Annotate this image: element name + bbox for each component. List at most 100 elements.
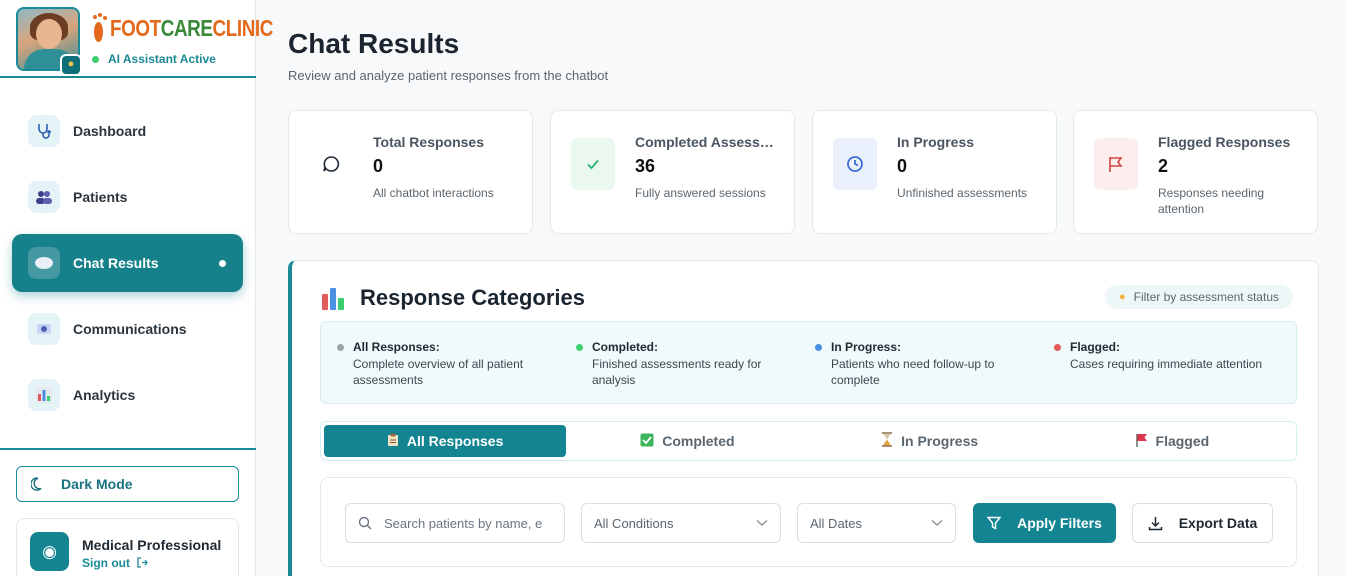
download-icon (1148, 516, 1162, 530)
sidebar-item-label: Patients (73, 189, 128, 205)
legend-item-in-progress: In Progress: Patients who need follow-up… (815, 340, 1040, 388)
legend-title: Flagged: (1070, 340, 1120, 354)
apply-filters-label: Apply Filters (1017, 515, 1102, 531)
legend-description: Finished assessments ready for analysis (592, 357, 762, 387)
stat-description: All chatbot interactions (373, 186, 494, 200)
conditions-select-value: All Conditions (594, 515, 674, 531)
stat-label: Total Responses (373, 134, 484, 150)
gray-dot-icon (337, 344, 344, 351)
legend-title: All Responses: (353, 340, 440, 354)
dates-select[interactable]: All Dates (797, 503, 956, 543)
tab-all-responses[interactable]: All Responses (324, 425, 567, 457)
blue-dot-icon (815, 344, 822, 351)
stat-label: In Progress (897, 134, 975, 150)
stat-card-in-progress: In Progress 0 Unfinished assessments (812, 110, 1057, 234)
legend-title: Completed: (592, 340, 658, 354)
status-dot-icon (92, 55, 99, 63)
export-data-label: Export Data (1178, 515, 1258, 531)
legend-item-completed: Completed: Finished assessments ready fo… (576, 340, 801, 388)
sidebar-nav: Dashboard Patients Chat Results Communic… (12, 102, 243, 432)
sidebar-item-chat-results[interactable]: Chat Results (12, 234, 243, 292)
red-dot-icon (1054, 344, 1061, 351)
legend-description: Complete overview of all patient assessm… (353, 357, 524, 387)
sidebar-item-label: Communications (73, 321, 187, 337)
stat-description: Responses needing attention (1158, 186, 1265, 216)
flag-icon (1094, 138, 1138, 190)
tab-label: Flagged (1155, 433, 1210, 449)
conditions-select[interactable]: All Conditions (581, 503, 781, 543)
logo: FOOTCARECLINIC (92, 10, 309, 46)
sidebar-item-label: Chat Results (73, 255, 159, 271)
green-dot-icon (576, 344, 583, 351)
section-title: Response Categories (322, 285, 585, 311)
search-icon (358, 516, 372, 530)
logo-text-care: CARE (160, 14, 213, 41)
apply-filters-button[interactable]: Apply Filters (973, 503, 1116, 543)
legend-item-all: All Responses: Complete overview of all … (337, 340, 562, 388)
sidebar-item-communications[interactable]: Communications (12, 300, 243, 358)
sidebar: ● FOOTCARECLINIC AI Assistant Active Das… (0, 0, 273, 576)
user-card: ◉ Medical Professional Sign out (16, 518, 239, 576)
legend-item-flagged: Flagged: Cases requiring immediate atten… (1054, 340, 1279, 372)
sidebar-item-patients[interactable]: Patients (12, 168, 243, 226)
logo-text-foot: FOOT (110, 14, 161, 41)
user-name: Medical Professional (82, 537, 222, 553)
stat-card-completed-assessments: Completed Assessments 36 Fully answered … (550, 110, 795, 234)
sidebar-item-dashboard[interactable]: Dashboard (12, 102, 243, 160)
bar-chart-icon (28, 379, 60, 411)
stat-description: Fully answered sessions (635, 186, 766, 200)
tab-in-progress[interactable]: In Progress (809, 425, 1051, 457)
filter-hint: ● Filter by assessment status (1104, 285, 1293, 309)
tab-completed[interactable]: Completed (566, 425, 808, 457)
category-tabs: All Responses Completed In Progress Flag… (320, 421, 1297, 461)
tab-label: In Progress (901, 433, 979, 449)
stat-card-total-responses: Total Responses 0 All chatbot interactio… (288, 110, 533, 234)
check-icon (571, 138, 615, 190)
filter-hint-text: Filter by assessment status (1133, 290, 1279, 304)
search-input[interactable] (384, 515, 554, 531)
stat-label: Flagged Responses (1158, 134, 1291, 150)
search-box[interactable] (345, 503, 565, 543)
tab-label: Completed (662, 433, 735, 449)
logo-text-clinic: CLINIC (212, 14, 274, 41)
users-icon (28, 181, 60, 213)
dark-mode-label: Dark Mode (61, 476, 133, 492)
sign-out-link[interactable]: Sign out (82, 556, 149, 570)
dark-mode-button[interactable]: Dark Mode (16, 466, 239, 502)
lightbulb-icon: ● (1118, 291, 1126, 303)
legend-description: Patients who need follow-up to complete (831, 357, 995, 387)
check-box-icon (640, 433, 654, 450)
ai-status: AI Assistant Active (92, 52, 216, 66)
speech-bubble-icon (28, 247, 60, 279)
mailbox-icon (28, 313, 60, 345)
sidebar-divider (0, 448, 256, 450)
sidebar-item-label: Analytics (73, 387, 136, 403)
active-indicator-icon (219, 259, 226, 267)
page-title: Chat Results (288, 28, 460, 59)
stat-description: Unfinished assessments (897, 186, 1028, 200)
response-categories-panel: Response Categories ● Filter by assessme… (288, 260, 1319, 576)
tab-label: All Responses (406, 433, 504, 449)
tab-flagged[interactable]: Flagged (1051, 425, 1293, 457)
legend-title: In Progress: (831, 340, 902, 354)
sidebar-item-analytics[interactable]: Analytics (12, 366, 243, 424)
clipboard-icon (387, 433, 399, 450)
stat-value: 2 (1158, 156, 1169, 176)
foot-logo-icon (92, 12, 108, 44)
dates-select-value: All Dates (810, 515, 863, 531)
export-data-button[interactable]: Export Data (1132, 503, 1273, 543)
sidebar-item-label: Dashboard (73, 123, 147, 139)
stat-value: 36 (635, 156, 656, 176)
sign-out-icon (137, 557, 149, 568)
brand-header: ● FOOTCARECLINIC AI Assistant Active (0, 0, 273, 78)
chevron-down-icon (931, 519, 943, 526)
category-legend: All Responses: Complete overview of all … (320, 321, 1297, 404)
stat-value: 0 (897, 156, 908, 176)
section-title-text: Response Categories (360, 285, 585, 310)
bar-chart-icon (322, 286, 346, 310)
filter-icon (987, 516, 1002, 530)
stethoscope-icon (28, 115, 60, 147)
chevron-down-icon (756, 519, 768, 526)
doctor-icon: ◉ (30, 532, 69, 571)
foot-badge-icon: ● (60, 54, 82, 76)
